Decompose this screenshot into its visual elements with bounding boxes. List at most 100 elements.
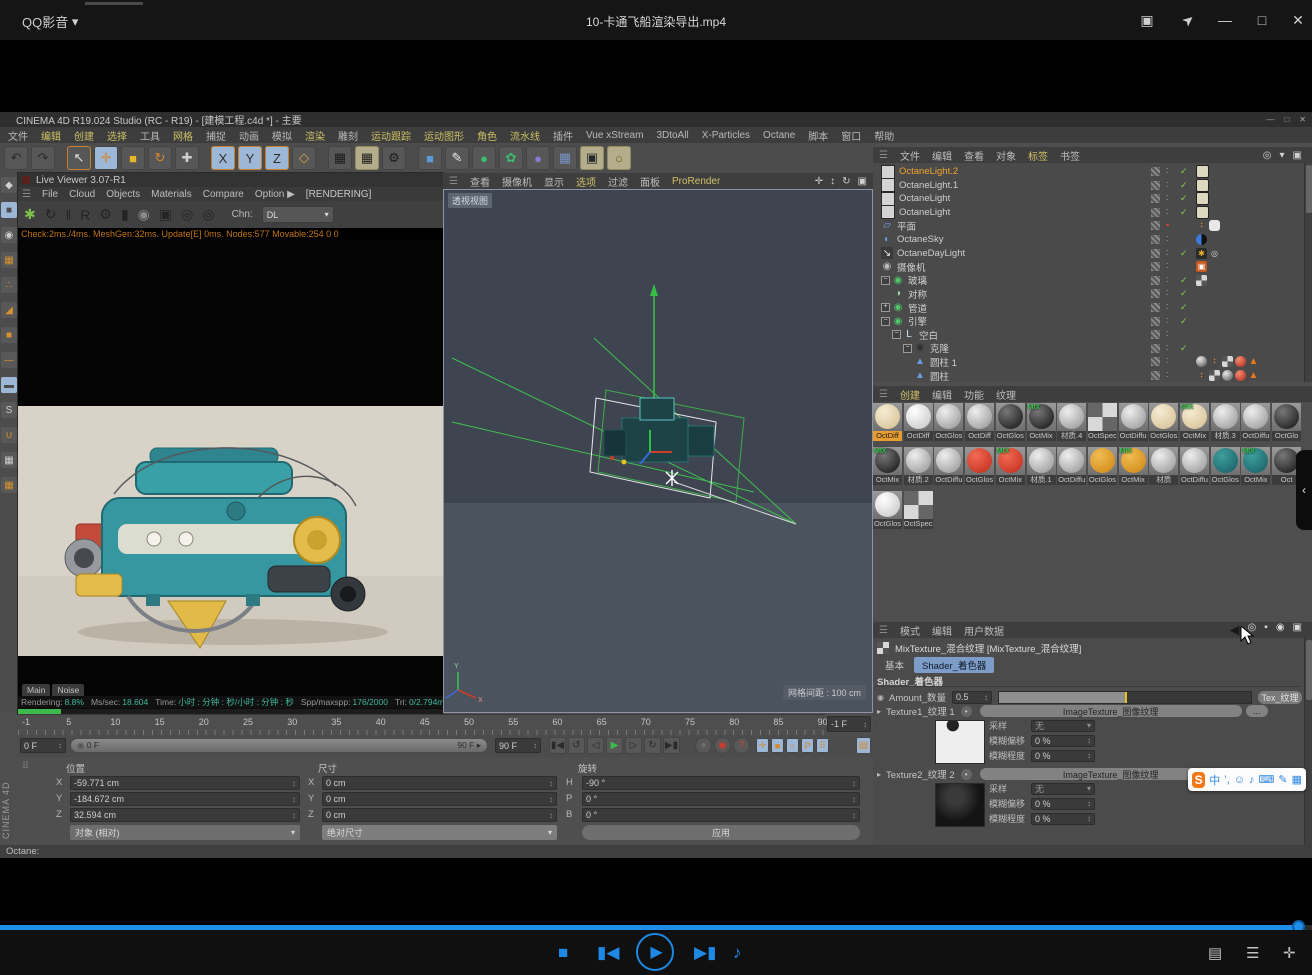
- edges-mode-icon[interactable]: ◢: [1, 302, 17, 318]
- vp-menu-1[interactable]: 摄像机: [502, 174, 532, 189]
- menu-5[interactable]: 网格: [173, 128, 193, 143]
- enable-check-icon[interactable]: ✓: [1180, 193, 1191, 204]
- pick-focus-icon[interactable]: ◎: [202, 206, 214, 223]
- visibility-dots-icon[interactable]: ∶: [1166, 180, 1176, 191]
- lock-icon[interactable]: ▪: [1264, 622, 1268, 638]
- material-ball-icon[interactable]: ◉: [138, 206, 150, 223]
- close-icon[interactable]: ✕: [1299, 115, 1306, 124]
- lock-y-axis-icon[interactable]: Y: [238, 146, 262, 170]
- visibility-dots-icon[interactable]: ∶: [1166, 207, 1176, 218]
- maximize-icon[interactable]: □: [1251, 10, 1273, 30]
- coord-field[interactable]: 0 °↕: [582, 792, 860, 806]
- menu-9[interactable]: 渲染: [305, 128, 325, 143]
- emoji-icon[interactable]: ☺: [1234, 774, 1245, 786]
- material-tag-icon[interactable]: [1235, 356, 1246, 367]
- om-menu-5[interactable]: 书签: [1060, 148, 1080, 163]
- lighttag-tag-icon[interactable]: [1196, 192, 1209, 205]
- blur-offset-field[interactable]: 0 %↕: [1031, 735, 1095, 747]
- lv-menu-3[interactable]: Materials: [151, 189, 192, 200]
- amount-field[interactable]: 0.5↕: [952, 691, 992, 704]
- menu-11[interactable]: 运动跟踪: [371, 128, 411, 143]
- menu-4[interactable]: 工具: [140, 128, 160, 143]
- object-row[interactable]: ◉摄像机∶▣: [873, 260, 1304, 273]
- material-item[interactable]: OctDiffu: [1119, 403, 1148, 441]
- octane-logo-icon[interactable]: ✱: [24, 206, 36, 223]
- timeline-ruler[interactable]: -151015202530354045505560657075808590: [18, 714, 825, 735]
- goto-start-button[interactable]: ▮◀: [549, 737, 566, 754]
- octane-tag-icon[interactable]: ▲: [1248, 370, 1259, 381]
- lv-menu-1[interactable]: Cloud: [69, 189, 95, 200]
- live-selection-icon[interactable]: ↖: [67, 146, 91, 170]
- menu-8[interactable]: 模拟: [272, 128, 292, 143]
- menu-0[interactable]: 文件: [8, 128, 28, 143]
- lv-menu-4[interactable]: Compare: [203, 189, 244, 200]
- targettag-tag-icon[interactable]: ◎: [1209, 248, 1220, 259]
- history-back-icon[interactable]: ◀: [1230, 622, 1240, 638]
- stop-button[interactable]: ■: [558, 943, 568, 963]
- voice-input-icon[interactable]: ♪: [1249, 774, 1255, 786]
- light-icon[interactable]: ○: [607, 146, 631, 170]
- render-view-icon[interactable]: ▦: [328, 146, 352, 170]
- keyframe-help-button[interactable]: ?: [733, 737, 750, 754]
- material-item[interactable]: OctDiffu: [1241, 403, 1270, 441]
- view-rotate-icon[interactable]: ↻: [842, 176, 850, 187]
- material-item[interactable]: 材质: [1149, 447, 1178, 485]
- visibility-dots-icon[interactable]: ∶: [1166, 261, 1176, 272]
- mat-menu-1[interactable]: 编辑: [932, 387, 952, 402]
- next-button[interactable]: ▶▮: [694, 943, 716, 963]
- blur-scale-field[interactable]: 0 %↕: [1031, 750, 1095, 762]
- object-row[interactable]: OctaneLight.2∶✓: [873, 165, 1304, 178]
- enable-check-icon[interactable]: ✓: [1180, 248, 1191, 259]
- material-item[interactable]: MIXOctMix: [996, 447, 1025, 485]
- panel-menu-icon[interactable]: ▣: [1293, 622, 1302, 638]
- next-key-button[interactable]: ▷: [625, 737, 642, 754]
- dots-tag-icon[interactable]: ∶: [1196, 370, 1207, 381]
- view-zoom-icon[interactable]: ↕: [830, 176, 835, 187]
- workplane-mode-icon[interactable]: ▦: [1, 252, 17, 268]
- refresh-icon[interactable]: ◉: [1276, 622, 1285, 638]
- key-scale-button[interactable]: ■: [771, 738, 784, 753]
- range-start-handle[interactable]: ◉ 0 F: [77, 740, 99, 751]
- volume-button[interactable]: ♪: [733, 943, 742, 963]
- material-item[interactable]: OctGlo: [1272, 403, 1301, 441]
- lv-menu-0[interactable]: File: [42, 189, 58, 200]
- amount-slider[interactable]: [998, 691, 1252, 704]
- environment-icon[interactable]: ▦: [553, 146, 577, 170]
- checker-tag-icon[interactable]: [1209, 370, 1220, 381]
- coord-field[interactable]: 0 °↕: [582, 808, 860, 822]
- render-settings-icon[interactable]: ⚙: [382, 146, 406, 170]
- visibility-dots-icon[interactable]: ∶: [1166, 356, 1176, 367]
- view-toggle-icon[interactable]: ▣: [858, 176, 867, 187]
- object-row[interactable]: ▲圆柱 1∶∶▲: [873, 355, 1304, 368]
- subdivision-surface-icon[interactable]: ●: [472, 146, 496, 170]
- material-item[interactable]: MIXOctMix: [1180, 403, 1209, 441]
- frame-field[interactable]: 0 F↕: [20, 738, 66, 753]
- pause-render-icon[interactable]: ‖: [65, 207, 71, 223]
- triangle-expander-icon[interactable]: ▸: [877, 770, 881, 779]
- menu-22[interactable]: 帮助: [874, 128, 894, 143]
- layer-swatch[interactable]: [1151, 344, 1160, 353]
- deformers-icon[interactable]: ●: [526, 146, 550, 170]
- visibility-dots-icon[interactable]: ∶: [1166, 316, 1176, 327]
- layer-swatch[interactable]: [1151, 357, 1160, 366]
- vp-menu-0[interactable]: 查看: [470, 174, 490, 189]
- snap-settings-icon[interactable]: S: [1, 402, 17, 418]
- layer-swatch[interactable]: [1151, 262, 1160, 271]
- menu-3[interactable]: 选择: [107, 128, 127, 143]
- visibility-dots-icon[interactable]: ∶: [1166, 302, 1176, 313]
- material-item[interactable]: OctGlos: [965, 447, 994, 485]
- expand-icon[interactable]: +: [881, 303, 890, 312]
- object-row[interactable]: −◉引擎∶✓: [873, 315, 1304, 328]
- object-row[interactable]: OctaneLight∶✓: [873, 192, 1304, 205]
- mat-menu-2[interactable]: 功能: [964, 387, 984, 402]
- tex-button[interactable]: Tex_纹理: [1258, 691, 1302, 704]
- material-item[interactable]: OctGlos: [996, 403, 1025, 441]
- layer-swatch[interactable]: [1151, 371, 1160, 380]
- suntag-tag-icon[interactable]: ✱: [1196, 248, 1207, 259]
- lv-tab-noise[interactable]: Noise: [52, 684, 84, 696]
- material-item[interactable]: OctDiff: [904, 403, 933, 441]
- coord-field[interactable]: -184.672 cm↕: [70, 792, 300, 806]
- timeline-range-slider[interactable]: ◉ 0 F 90 F ▸: [70, 738, 488, 753]
- play-backwards-button[interactable]: ↺: [568, 737, 585, 754]
- pin-icon[interactable]: ➤: [1173, 5, 1203, 34]
